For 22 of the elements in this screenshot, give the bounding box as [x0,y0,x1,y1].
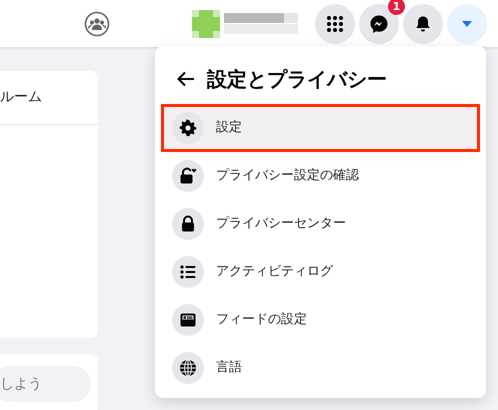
back-arrow-icon[interactable] [177,71,195,87]
globe-icon [178,358,198,378]
lock-heart-icon [178,166,198,186]
messenger-button[interactable] [359,4,399,44]
menu-item[interactable]: プライバシーセンター [161,200,480,248]
caret-icon [461,20,473,28]
menu-button[interactable] [315,4,355,44]
messenger-icon [369,14,389,34]
composer-field[interactable]: しよう [0,366,91,402]
menu-title: 設定とプライバシー [207,66,387,93]
menu-item[interactable]: 設定 [161,104,480,152]
bell-icon [414,14,432,32]
groups-icon[interactable] [84,10,110,36]
menu-item[interactable]: フィードの設定 [161,296,480,344]
notifications-button[interactable] [403,4,443,44]
card-title: ルーム [0,88,42,107]
grid-icon [326,14,344,32]
menu-item[interactable]: 言語 [161,344,480,392]
gear-icon [178,118,198,138]
notification-badge: 1 [388,0,405,14]
menu-item[interactable]: アクティビティログ [161,248,480,296]
menu-item[interactable]: プライバシー設定の確認 [161,152,480,200]
